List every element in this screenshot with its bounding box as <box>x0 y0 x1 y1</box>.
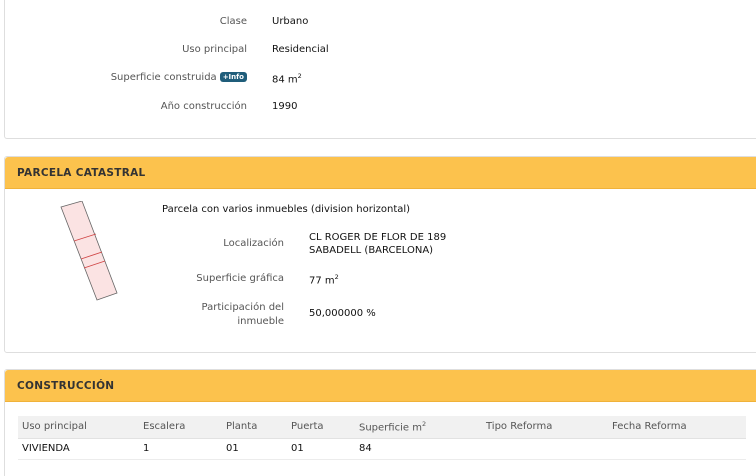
parcela-catastral-title: PARCELA CATASTRAL <box>17 166 146 179</box>
participacion-value: 50,000000 % <box>309 308 376 319</box>
participacion-label-line-1: Participación del <box>201 302 284 313</box>
uso-principal-label: Uso principal <box>182 44 247 55</box>
superficie-construida-label: Superficie construida +Info <box>111 72 247 83</box>
parcel-outline <box>60 201 118 301</box>
uso-principal-value: Residencial <box>272 44 329 55</box>
cell-fecha-reforma <box>608 438 746 460</box>
superficie-construida-value: 84 m2 <box>272 72 302 85</box>
parcela-catastral-panel: PARCELA CATASTRAL Parcela con varios inm… <box>4 156 756 353</box>
col-puerta: Puerta <box>287 416 355 439</box>
participacion-label: Participación del inmueble <box>202 301 284 329</box>
cell-superficie: 84 <box>355 438 482 460</box>
localizacion-line-1: CL ROGER DE FLOR DE 189 <box>309 232 447 243</box>
superficie-grafica-value: 77 m2 <box>309 273 339 286</box>
superficie-construida-text: Superficie construida <box>110 72 217 83</box>
col-uso-principal: Uso principal <box>18 416 139 439</box>
localizacion-value: CL ROGER DE FLOR DE 189 SABADELL (BARCEL… <box>309 231 446 257</box>
col-superficie: Superficie m2 <box>355 416 482 439</box>
construccion-table: Uso principal Escalera Planta Puerta Sup… <box>18 416 746 460</box>
cell-puerta: 01 <box>287 438 355 460</box>
superficie-construida-sup: 2 <box>297 72 302 80</box>
ano-construccion-value: 1990 <box>272 101 298 112</box>
col-tipo-reforma: Tipo Reforma <box>482 416 608 439</box>
construccion-panel: CONSTRUCCIÓN Uso principal Escalera Plan… <box>4 369 756 476</box>
superficie-grafica-number: 77 m <box>309 275 335 287</box>
table-row: VIVIENDA 1 01 01 84 <box>18 438 746 460</box>
superficie-construida-number: 84 m <box>272 74 298 86</box>
col-planta: Planta <box>222 416 287 439</box>
col-superficie-text: Superficie m <box>359 422 422 434</box>
clase-label: Clase <box>219 16 247 27</box>
construccion-title: CONSTRUCCIÓN <box>17 379 115 392</box>
col-fecha-reforma: Fecha Reforma <box>608 416 746 439</box>
superficie-grafica-label: Superficie gráfica <box>196 273 284 284</box>
clase-value: Urbano <box>272 16 309 27</box>
construccion-header: CONSTRUCCIÓN <box>5 370 756 402</box>
cell-uso: VIVIENDA <box>18 438 139 460</box>
parcela-catastral-header: PARCELA CATASTRAL <box>5 157 756 189</box>
col-superficie-sup: 2 <box>421 420 427 429</box>
cell-tipo-reforma <box>482 438 608 460</box>
cell-escalera: 1 <box>139 438 222 460</box>
info-badge-button[interactable]: +Info <box>219 72 247 82</box>
parcel-map-icon[interactable] <box>55 201 125 301</box>
parcela-description: Parcela con varios inmuebles (division h… <box>162 204 411 215</box>
ano-construccion-label: Año construcción <box>160 101 247 112</box>
construccion-header-row: Uso principal Escalera Planta Puerta Sup… <box>18 416 746 439</box>
localizacion-line-2: SABADELL (BARCELONA) <box>309 245 434 256</box>
inmueble-panel: Clase Urbano Uso principal Residencial S… <box>4 0 756 139</box>
superficie-grafica-sup: 2 <box>334 273 339 281</box>
localizacion-label: Localización <box>223 238 284 249</box>
cell-planta: 01 <box>222 438 287 460</box>
participacion-label-line-2: inmueble <box>237 316 284 327</box>
col-escalera: Escalera <box>139 416 222 439</box>
